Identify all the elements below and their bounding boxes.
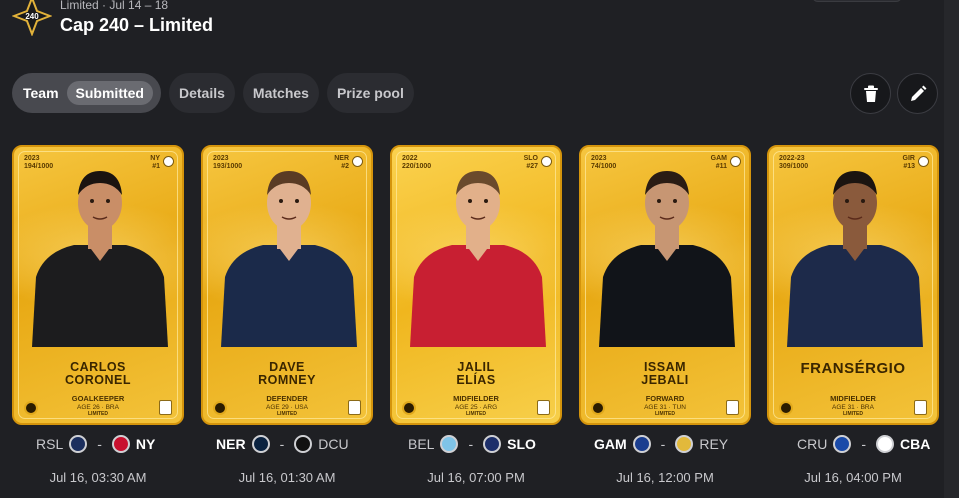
home-crest-icon (833, 435, 852, 453)
fixture-time: Jul 16, 07:00 PM (427, 470, 525, 485)
tab-bar: Team Submitted Details Matches Prize poo… (12, 73, 414, 113)
submitted-badge: Submitted (66, 81, 153, 105)
home-team-code: BEL (408, 436, 435, 452)
player-card[interactable]: 2022 220/1000 SLO #27 JALIL ELÍAS MIDFIELDE… (390, 145, 562, 425)
top-action-pill[interactable] (812, 0, 902, 2)
versus-dash: - (279, 436, 285, 452)
player-name: DAVE ROMNEY (258, 360, 316, 387)
player-card[interactable]: 2023 194/1000 NY #1 CARLOS CORONEL GOALKEEP… (12, 145, 184, 425)
league-logo-icon (348, 400, 361, 415)
fixture-row[interactable]: CRU - CBA (797, 433, 930, 455)
home-crest-icon (69, 435, 88, 453)
away-crest-icon (876, 435, 895, 453)
league-logo-icon (537, 400, 550, 415)
player-position: MIDFIELDER (830, 394, 876, 403)
player-name: JALIL ELÍAS (456, 360, 496, 387)
away-team-code: NY (135, 436, 156, 452)
fixture-row[interactable]: NER - DCU (216, 433, 349, 455)
away-crest-icon (294, 435, 313, 453)
versus-dash: - (468, 436, 474, 452)
card-rarity: LIMITED (277, 411, 297, 417)
league-logo-icon (914, 400, 927, 415)
trash-icon (863, 85, 878, 102)
fixture-row[interactable]: RSL - NY (36, 433, 155, 455)
player-portrait (410, 171, 546, 347)
contest-subtitle: Limited · Jul 14 – 18 (60, 0, 169, 12)
pencil-icon (910, 85, 926, 101)
home-team-code: RSL (36, 436, 64, 452)
fixture-time: Jul 16, 01:30 AM (238, 470, 336, 485)
home-team-code: NER (216, 436, 246, 452)
tab-team[interactable]: Team Submitted (12, 73, 161, 113)
card-rarity: LIMITED (466, 411, 486, 417)
away-crest-icon (111, 435, 130, 453)
home-crest-icon (440, 435, 459, 453)
player-portrait (787, 171, 923, 347)
player-age-country: AGE 26 · BRA (77, 404, 119, 411)
player-card[interactable]: 2022-23 309/1000 GIR #13 FRANSÉRGIO MIDFIE… (767, 145, 939, 425)
player-age-country: AGE 29 · USA (266, 404, 308, 411)
player-name: CARLOS CORONEL (65, 360, 131, 387)
home-team-code: CRU (797, 436, 828, 452)
card-rarity: LIMITED (843, 411, 863, 417)
home-crest-icon (251, 435, 270, 453)
league-logo-icon (159, 400, 172, 415)
tab-matches[interactable]: Matches (242, 73, 319, 113)
fixture-row[interactable]: BEL - SLO (408, 433, 536, 455)
player-position: GOALKEEPER (71, 394, 125, 403)
player-portrait (599, 171, 735, 347)
versus-dash: - (861, 436, 867, 452)
fixture-time: Jul 16, 03:30 AM (49, 470, 147, 485)
home-crest-icon (632, 435, 651, 453)
player-age-country: AGE 31 · TUN (644, 404, 686, 411)
player-name: ISSAM JEBALI (641, 360, 689, 387)
away-crest-icon (483, 435, 502, 453)
player-name: FRANSÉRGIO (800, 360, 906, 377)
away-team-code: DCU (318, 436, 349, 452)
versus-dash: - (660, 436, 666, 452)
away-crest-icon (675, 435, 694, 453)
away-team-code: CBA (900, 436, 931, 452)
away-team-code: REY (699, 436, 729, 452)
tab-details[interactable]: Details (169, 73, 235, 113)
tab-team-label: Team (23, 85, 59, 101)
player-position: DEFENDER (266, 394, 308, 403)
page-title: Cap 240 – Limited (60, 15, 214, 35)
scrollbar-track[interactable] (944, 0, 959, 498)
fixture-time: Jul 16, 12:00 PM (616, 470, 714, 485)
fixture-time: Jul 16, 04:00 PM (804, 470, 902, 485)
delete-button[interactable] (850, 73, 891, 114)
logo-text: 240 (25, 12, 39, 21)
versus-dash: - (97, 436, 102, 452)
player-portrait (221, 171, 357, 347)
player-card[interactable]: 2023 74/1000 GAM #11 ISSAM JEBALI FORWARD A… (579, 145, 751, 425)
player-portrait (32, 171, 168, 347)
card-rarity: LIMITED (655, 411, 675, 417)
player-position: MIDFIELDER (453, 394, 499, 403)
league-logo-icon (726, 400, 739, 415)
player-card[interactable]: 2023 193/1000 NER #2 DAVE ROMNEY DEFENDER A… (201, 145, 373, 425)
player-age-country: AGE 25 · ARG (454, 404, 498, 411)
player-position: FORWARD (645, 394, 685, 403)
away-team-code: SLO (507, 436, 536, 452)
fixture-row[interactable]: GAM - REY (594, 433, 728, 455)
player-age-country: AGE 31 · BRA (832, 404, 874, 411)
card-rarity: LIMITED (88, 411, 108, 417)
star-badge-icon: 240 (12, 0, 52, 36)
tab-prize-pool[interactable]: Prize pool (326, 73, 414, 113)
home-team-code: GAM (594, 436, 627, 452)
edit-button[interactable] (897, 73, 938, 114)
